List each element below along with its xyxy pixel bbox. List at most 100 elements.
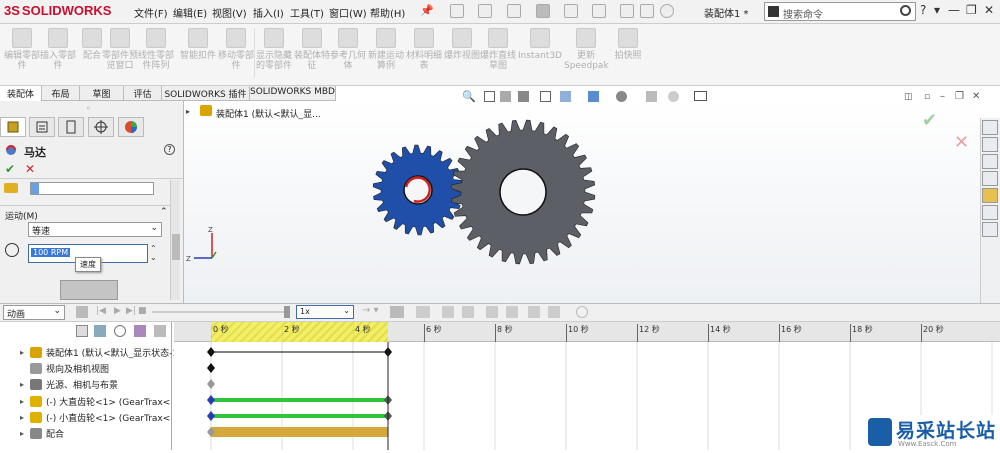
- undo-icon[interactable]: [564, 4, 578, 18]
- tree-row[interactable]: ▸ 配合: [20, 425, 64, 441]
- feature-manager-tab[interactable]: [0, 117, 26, 137]
- spring-tool-icon[interactable]: [506, 306, 518, 318]
- reference-geometry-button[interactable]: 参考几何体: [330, 26, 366, 71]
- search-scope-icon[interactable]: [768, 6, 779, 17]
- assembly-features-button[interactable]: 装配体特征: [294, 26, 330, 71]
- help-button[interactable]: ?: [920, 3, 926, 17]
- tree-row[interactable]: ▸ (-) 小直齿轮<1> (GearTrax<: [20, 409, 170, 425]
- gravity-tool-icon[interactable]: [548, 306, 560, 318]
- home-icon[interactable]: [982, 120, 998, 135]
- collapse-chevron-icon[interactable]: ⌃: [160, 207, 168, 217]
- filter-icon[interactable]: [76, 325, 88, 337]
- rebuild-icon[interactable]: [620, 4, 634, 18]
- add-key-icon[interactable]: [462, 306, 474, 318]
- menu-tools[interactable]: 工具(T): [290, 5, 324, 20]
- tab-assembly[interactable]: 装配体: [0, 86, 42, 101]
- tree-row[interactable]: 视向及相机视图: [20, 360, 109, 376]
- filter-results-icon[interactable]: [154, 325, 166, 337]
- stop-icon[interactable]: ■: [138, 306, 147, 316]
- keyframe-diamond[interactable]: [207, 363, 215, 373]
- file-explorer-icon[interactable]: [982, 171, 998, 186]
- insert-component-button[interactable]: 插入零部件: [40, 26, 76, 71]
- bill-of-materials-button[interactable]: 材料明细表: [406, 26, 442, 71]
- component-track-bar[interactable]: [211, 398, 388, 402]
- motor-tool-icon[interactable]: [486, 306, 498, 318]
- appearances-icon[interactable]: [982, 188, 998, 203]
- playback-slider-handle[interactable]: [284, 306, 290, 318]
- design-library-icon[interactable]: [982, 154, 998, 169]
- save-animation-icon[interactable]: [390, 306, 404, 318]
- file-properties-icon[interactable]: [640, 4, 654, 18]
- close-button[interactable]: ✕: [984, 3, 994, 17]
- resources-icon[interactable]: [982, 137, 998, 152]
- tab-layout[interactable]: 布局: [42, 86, 80, 101]
- minimize-button[interactable]: —: [948, 3, 960, 17]
- filter-selected-icon[interactable]: [134, 325, 146, 337]
- keyframe-diamond[interactable]: [207, 379, 215, 389]
- expand-arrow-icon[interactable]: ▸: [20, 348, 30, 357]
- view-settings-icon[interactable]: [694, 91, 707, 101]
- tab-solidworks-mbd[interactable]: SOLIDWORKS MBD: [250, 86, 336, 101]
- explode-line-sketch-button[interactable]: 爆炸直线草图: [480, 26, 516, 71]
- new-motion-study-button[interactable]: 新建运动算例: [368, 26, 404, 71]
- playback-slider[interactable]: [152, 311, 288, 313]
- search-box[interactable]: 搜索命令: [764, 2, 916, 21]
- expand-arrow-icon[interactable]: ▸: [20, 397, 30, 406]
- select-icon[interactable]: [592, 4, 606, 18]
- linear-pattern-button[interactable]: 线性零部件阵列: [138, 26, 174, 71]
- filter-driving-icon[interactable]: [114, 325, 126, 337]
- custom-properties-icon[interactable]: [982, 205, 998, 220]
- search-input[interactable]: 搜索命令: [783, 6, 823, 21]
- move-component-button[interactable]: 移动零部件: [218, 26, 254, 71]
- print-icon[interactable]: [536, 4, 550, 18]
- filter-animated-icon[interactable]: [94, 325, 106, 337]
- help-icon[interactable]: ?: [164, 144, 175, 155]
- study-type-select[interactable]: 动画 ⌄: [3, 305, 65, 320]
- solidworks-logo[interactable]: 3S SOLIDWORKS: [4, 3, 111, 18]
- instant3d-button[interactable]: Instant3D: [518, 26, 562, 61]
- display-manager-tab[interactable]: [118, 117, 144, 137]
- edit-component-button[interactable]: 编辑零部件: [4, 26, 40, 71]
- smart-fasteners-button[interactable]: 智能扣件: [180, 26, 216, 61]
- motor-location-field[interactable]: [30, 182, 154, 195]
- rewind-icon[interactable]: |◀: [96, 306, 106, 316]
- menu-file[interactable]: 文件(F): [134, 5, 168, 20]
- menu-insert[interactable]: 插入(I): [253, 5, 284, 20]
- contact-tool-icon[interactable]: [528, 306, 540, 318]
- motion-type-select[interactable]: 等速 ⌄: [28, 222, 162, 237]
- open-icon[interactable]: [478, 4, 492, 18]
- pm-scrollbar[interactable]: [170, 180, 180, 300]
- save-icon[interactable]: [507, 4, 521, 18]
- panel-splitter-dot[interactable]: ◦: [86, 104, 91, 113]
- autokey-icon[interactable]: [442, 306, 454, 318]
- menu-edit[interactable]: 编辑(E): [173, 5, 207, 20]
- ok-check-icon[interactable]: ✔: [5, 162, 15, 176]
- component-track-bar[interactable]: [211, 427, 388, 437]
- property-manager-tab[interactable]: [29, 117, 55, 137]
- help-dropdown[interactable]: ▾: [934, 3, 940, 17]
- study-properties-gear-icon[interactable]: [576, 306, 588, 318]
- tab-solidworks-addins[interactable]: SOLIDWORKS 插件: [162, 86, 250, 101]
- large-gear[interactable]: [450, 119, 596, 265]
- gear-model[interactable]: Z Z: [184, 101, 980, 303]
- component-track-bar[interactable]: [211, 414, 388, 418]
- menu-help[interactable]: 帮助(H): [370, 5, 405, 20]
- restore-button[interactable]: ❐: [966, 3, 977, 17]
- tab-evaluate[interactable]: 评估: [124, 86, 162, 101]
- play-icon[interactable]: ▶: [114, 306, 121, 316]
- keyframe-diamond[interactable]: [207, 347, 215, 357]
- cancel-x-icon[interactable]: ✕: [25, 162, 35, 176]
- tab-sketch[interactable]: 草图: [80, 86, 124, 101]
- playback-mode-icon[interactable]: → ▾: [362, 305, 379, 316]
- calculate-icon[interactable]: [76, 306, 88, 318]
- configuration-manager-tab[interactable]: [58, 117, 84, 137]
- new-icon[interactable]: [450, 4, 464, 18]
- playback-speed-select[interactable]: 1x ⌄: [296, 305, 354, 319]
- play-from-start-icon[interactable]: ▶|: [126, 306, 136, 316]
- tree-row[interactable]: ▸ (-) 大直齿轮<1> (GearTrax<: [20, 393, 170, 409]
- menu-view[interactable]: 视图(V): [212, 5, 247, 20]
- update-speedpak-button[interactable]: 更新Speedpak: [564, 26, 609, 71]
- keyframe-diamond[interactable]: [207, 411, 215, 421]
- forum-icon[interactable]: [982, 222, 998, 237]
- keyframe-diamond[interactable]: [207, 395, 215, 405]
